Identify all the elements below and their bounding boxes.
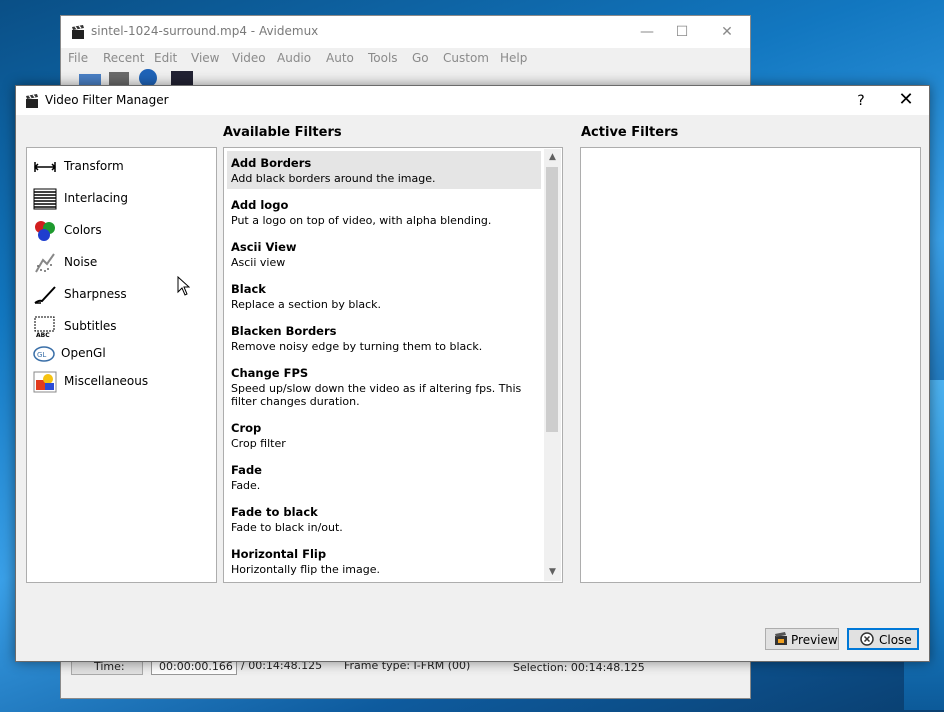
filter-item-add-logo[interactable]: Add logo Put a logo on top of video, wit… — [227, 193, 541, 231]
preview-icon — [774, 632, 788, 649]
main-menu-bar: File Recent Edit View Video Audio Auto T… — [61, 48, 750, 68]
category-colors[interactable]: Colors — [33, 218, 211, 242]
miscellaneous-icon — [33, 371, 57, 393]
main-window-title: sintel-1024-surround.mp4 - Avidemux — [91, 24, 319, 38]
scrollbar-thumb[interactable] — [546, 167, 558, 432]
main-titlebar: sintel-1024-surround.mp4 - Avidemux — ☐ … — [61, 16, 750, 48]
svg-text:ABC: ABC — [36, 332, 50, 338]
available-filters-list[interactable]: Add Borders Add black borders around the… — [223, 147, 563, 583]
filter-item-blacken-borders[interactable]: Blacken Borders Remove noisy edge by tur… — [227, 319, 541, 357]
clapperboard-icon — [24, 93, 40, 112]
menu-audio[interactable]: Audio — [277, 51, 311, 65]
selection-time: Selection: 00:14:48.125 — [513, 661, 645, 674]
main-toolbar — [61, 68, 750, 87]
menu-view[interactable]: View — [191, 51, 219, 65]
category-noise[interactable]: Noise — [33, 250, 211, 274]
filter-item-fade-to-black[interactable]: Fade to black Fade to black in/out. — [227, 500, 541, 538]
dialog-title: Video Filter Manager — [45, 93, 169, 107]
menu-go[interactable]: Go — [412, 51, 429, 65]
sharpness-icon — [33, 284, 57, 306]
menu-recent[interactable]: Recent — [103, 51, 144, 65]
scroll-down-arrow-icon[interactable]: ▼ — [544, 564, 561, 581]
filter-item-change-fps[interactable]: Change FPS Speed up/slow down the video … — [227, 361, 541, 413]
colors-icon — [33, 220, 57, 242]
category-subtitles[interactable]: ABC Subtitles — [33, 314, 211, 339]
svg-text:GL: GL — [37, 351, 46, 359]
subtitles-icon: ABC — [33, 316, 57, 339]
category-transform[interactable]: Transform — [33, 154, 211, 178]
preview-button[interactable]: Preview — [765, 628, 839, 650]
close-button[interactable]: Close — [847, 628, 919, 650]
minimize-button[interactable]: — — [637, 22, 657, 42]
category-miscellaneous[interactable]: Miscellaneous — [33, 369, 211, 393]
mouse-pointer-icon — [177, 275, 191, 299]
menu-tools[interactable]: Tools — [368, 51, 398, 65]
filter-item-crop[interactable]: Crop Crop filter — [227, 416, 541, 454]
noise-icon — [33, 252, 57, 274]
main-close-button[interactable]: ✕ — [717, 22, 737, 42]
category-opengl[interactable]: GL OpenGl — [33, 342, 211, 366]
filter-item-ascii-view[interactable]: Ascii View Ascii view — [227, 235, 541, 273]
menu-custom[interactable]: Custom — [443, 51, 489, 65]
help-button[interactable]: ? — [851, 91, 871, 111]
menu-auto[interactable]: Auto — [326, 51, 354, 65]
opengl-icon: GL — [33, 344, 57, 366]
menu-edit[interactable]: Edit — [154, 51, 177, 65]
available-filters-label: Available Filters — [223, 125, 342, 140]
video-filter-manager-dialog: Video Filter Manager ? ✕ Available Filte… — [15, 85, 930, 662]
transform-icon — [33, 156, 57, 178]
close-circle-icon — [860, 632, 874, 649]
filter-item-add-borders[interactable]: Add Borders Add black borders around the… — [227, 151, 541, 189]
active-filters-label: Active Filters — [581, 125, 679, 140]
filter-item-fade[interactable]: Fade Fade. — [227, 458, 541, 496]
category-interlacing[interactable]: Interlacing — [33, 186, 211, 210]
scroll-up-arrow-icon[interactable]: ▲ — [544, 149, 561, 166]
filters-scrollbar[interactable]: ▲ ▼ — [544, 149, 561, 581]
menu-file[interactable]: File — [68, 51, 88, 65]
menu-video[interactable]: Video — [232, 51, 266, 65]
filter-item-horizontal-flip[interactable]: Horizontal Flip Horizontally flip the im… — [227, 542, 541, 580]
maximize-button[interactable]: ☐ — [672, 22, 692, 42]
clapperboard-icon — [70, 24, 86, 43]
dialog-titlebar: Video Filter Manager ? ✕ — [16, 86, 929, 115]
active-filters-list[interactable] — [580, 147, 921, 583]
interlacing-icon — [33, 188, 57, 210]
save-file-icon[interactable] — [109, 72, 129, 86]
info-icon[interactable] — [139, 69, 157, 87]
dialog-close-button[interactable]: ✕ — [896, 90, 916, 110]
menu-help[interactable]: Help — [500, 51, 527, 65]
filter-item-black[interactable]: Black Replace a section by black. — [227, 277, 541, 315]
clapper-toolbar-icon[interactable] — [171, 71, 193, 86]
filter-category-list[interactable]: Transform Interlacing Colors Noise Sharp… — [26, 147, 217, 583]
